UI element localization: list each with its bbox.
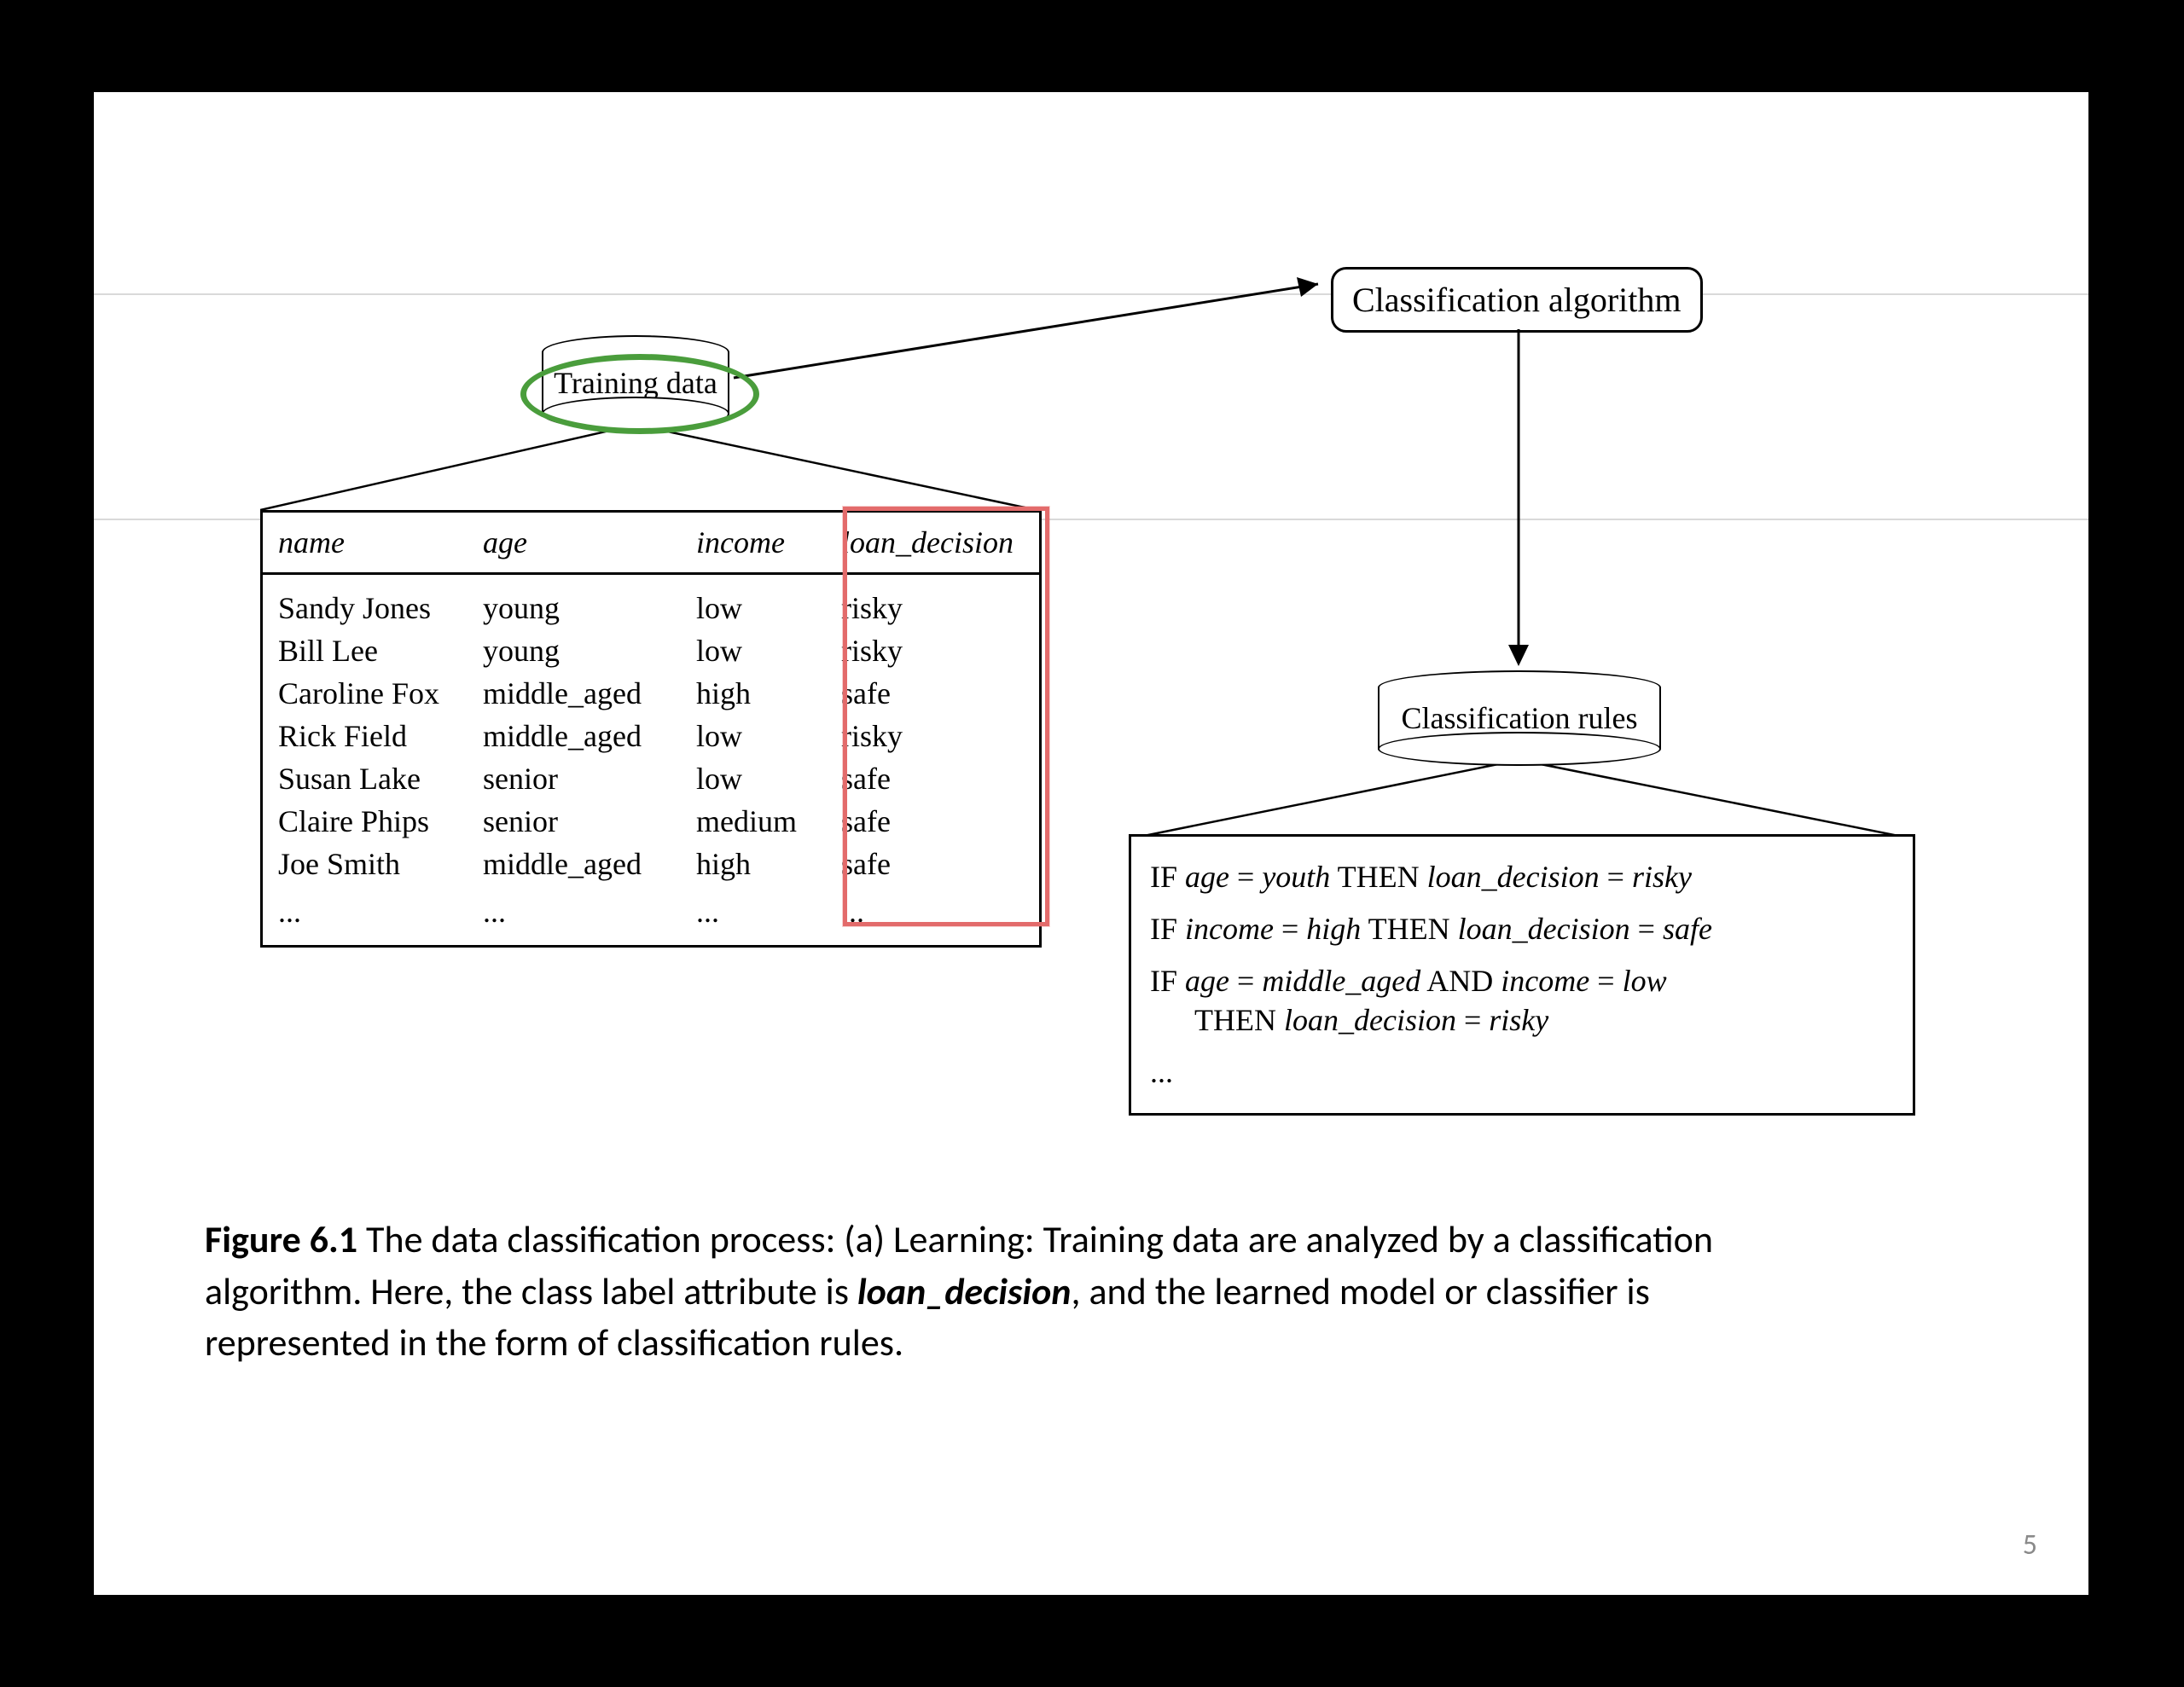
table-row: Rick Field middle_aged low risky: [263, 715, 1039, 757]
arrow-algorithm-to-rules: [1493, 329, 1544, 670]
col-loan-decision: loan_decision: [826, 513, 1022, 572]
table-row: Sandy Jones young low risky: [263, 587, 1039, 629]
table-header-row: name age income loan_decision: [263, 513, 1039, 575]
training-data-label: Training data: [554, 365, 717, 401]
classification-rules-box: IF age = youth THEN loan_decision = risk…: [1129, 834, 1915, 1116]
arrow-training-to-algorithm: [729, 258, 1344, 386]
figure-caption: Figure 6.1 The data classification proce…: [205, 1214, 1757, 1369]
training-data-cylinder: Training data: [542, 335, 729, 431]
table-row: Claire Phips senior medium safe: [263, 800, 1039, 843]
col-name: name: [263, 513, 468, 572]
col-income: income: [681, 513, 826, 572]
classification-rules-label: Classification rules: [1402, 700, 1638, 736]
rule-row-ellipsis: ...: [1150, 1052, 1894, 1093]
table-row: Susan Lake senior low safe: [263, 757, 1039, 800]
page-number: 5: [2023, 1528, 2037, 1562]
rule-row: IF age = youth THEN loan_decision = risk…: [1150, 857, 1894, 897]
table-row: Bill Lee young low risky: [263, 629, 1039, 672]
slide: Training data name age income loan_decis…: [94, 92, 2088, 1595]
classification-rules-cylinder: Classification rules: [1378, 670, 1661, 766]
rule-row: IF income = high THEN loan_decision = sa…: [1150, 909, 1894, 949]
caption-emph: loan_decision: [857, 1268, 1072, 1314]
training-data-table: name age income loan_decision Sandy Jone…: [260, 510, 1042, 948]
expand-cone-right: [1131, 753, 1933, 843]
expand-cone-left: [260, 416, 1045, 519]
classification-algorithm-label: Classification algorithm: [1352, 281, 1682, 319]
classification-algorithm-box: Classification algorithm: [1331, 267, 1703, 333]
table-row: Caroline Fox middle_aged high safe: [263, 672, 1039, 715]
col-age: age: [468, 513, 681, 572]
table-row: Joe Smith middle_aged high safe: [263, 843, 1039, 885]
figure-label: Figure 6.1: [205, 1216, 357, 1262]
table-row-ellipsis: ... ... ... ...: [263, 885, 1039, 933]
rule-row: IF age = middle_aged AND income = low TH…: [1150, 961, 1894, 1041]
